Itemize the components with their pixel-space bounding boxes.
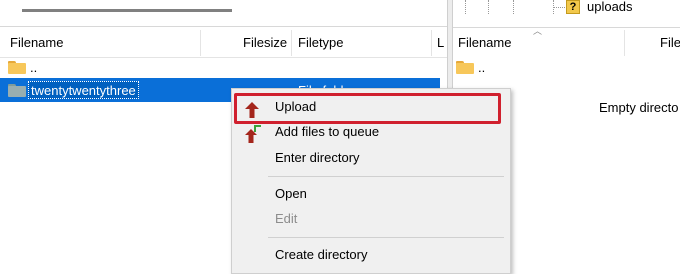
menu-item-enter-directory[interactable]: Enter directory: [232, 146, 510, 170]
column-separator[interactable]: [291, 30, 292, 56]
local-column-header: Filename Filesize Filetype L: [0, 28, 447, 58]
question-folder-icon: ?: [566, 0, 580, 14]
tree-guide-line: [465, 0, 466, 14]
menu-item-label: Edit: [275, 211, 298, 226]
folder-icon: [8, 61, 26, 74]
column-filename[interactable]: Filename: [458, 28, 511, 58]
column-separator[interactable]: [624, 30, 625, 56]
tree-guide-line: [488, 0, 489, 14]
menu-item-label: Add files to queue: [275, 124, 380, 139]
menu-item-create-directory[interactable]: Create directory: [232, 243, 510, 267]
column-filesize[interactable]: File: [660, 28, 680, 58]
tree-guide-line: [513, 0, 514, 14]
column-separator[interactable]: [431, 30, 432, 56]
local-tree-area: [0, 0, 447, 27]
menu-item-label: Create directory: [275, 247, 368, 262]
menu-item-label: Enter directory: [275, 150, 360, 165]
menu-item-edit[interactable]: Edit: [232, 207, 510, 231]
add-to-queue-icon: [245, 125, 261, 143]
list-item-parent-dir[interactable]: ..: [0, 56, 447, 80]
tree-guide-line: [553, 7, 565, 8]
column-last-modified[interactable]: L: [437, 28, 444, 58]
remote-column-header: Filename File: [453, 28, 680, 58]
file-name[interactable]: twentytwentythree: [28, 81, 139, 99]
menu-item-open[interactable]: Open: [232, 182, 510, 206]
column-filename[interactable]: Filename: [10, 28, 63, 58]
empty-directory-message: Empty directo: [599, 100, 679, 115]
file-name: ..: [478, 60, 486, 75]
file-name: ..: [30, 60, 38, 75]
tree-item-uploads[interactable]: uploads: [587, 0, 633, 14]
menu-separator: [268, 176, 504, 177]
menu-item-label: Open: [275, 186, 307, 201]
menu-separator: [268, 237, 504, 238]
menu-item-add-to-queue[interactable]: Add files to queue: [232, 120, 510, 144]
column-filesize[interactable]: Filesize: [243, 28, 287, 58]
column-filetype[interactable]: Filetype: [298, 28, 344, 58]
folder-icon: [456, 61, 474, 74]
folder-icon: [8, 84, 26, 97]
horizontal-scrollbar[interactable]: [22, 9, 232, 12]
context-menu: Upload Add files to queue Enter director…: [231, 88, 511, 274]
list-item-parent-dir[interactable]: ..: [453, 56, 680, 80]
column-separator[interactable]: [200, 30, 201, 56]
